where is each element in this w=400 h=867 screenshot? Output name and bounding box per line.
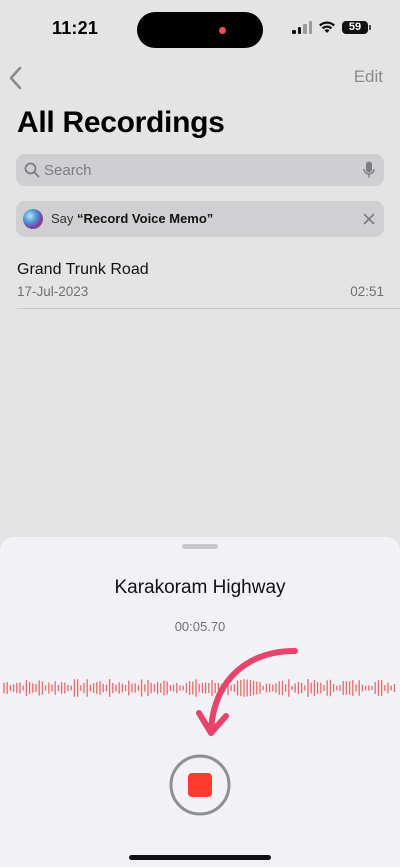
battery-indicator: 59 — [342, 20, 371, 34]
siri-suggestion-text: Say “Record Voice Memo” — [51, 211, 213, 226]
search-bar[interactable] — [16, 154, 384, 186]
back-button[interactable] — [6, 64, 28, 92]
recording-duration: 02:51 — [350, 284, 384, 299]
status-bar: 11:21 59 — [0, 0, 400, 60]
microphone-icon[interactable] — [363, 161, 375, 179]
siri-icon — [23, 209, 43, 229]
list-divider — [17, 308, 400, 309]
recording-date: 17-Jul-2023 — [17, 284, 89, 299]
siri-suggestion-banner[interactable]: Say “Record Voice Memo” — [16, 201, 384, 237]
recording-list-item[interactable]: Grand Trunk Road 17-Jul-2023 02:51 — [17, 258, 384, 308]
dynamic-island — [137, 12, 263, 48]
recording-name: Karakoram Highway — [114, 577, 286, 598]
status-time: 11:21 — [52, 18, 99, 38]
wifi-icon — [319, 21, 335, 33]
back-chevron-icon — [9, 66, 22, 90]
cellular-signal-icon — [292, 20, 312, 34]
recording-elapsed-time: 00:05.70 — [174, 619, 226, 634]
siri-prefix: Say — [51, 211, 78, 226]
recording-indicator-dot — [219, 27, 226, 34]
edit-button[interactable]: Edit — [354, 67, 383, 87]
page-title: All Recordings — [17, 106, 225, 139]
search-input[interactable] — [44, 154, 344, 186]
recording-title: Grand Trunk Road — [17, 261, 149, 278]
recording-sheet: Karakoram Highway 00:05.70 — [0, 537, 400, 867]
status-icons: 59 — [292, 20, 371, 34]
search-icon — [24, 162, 40, 178]
siri-phrase: “Record Voice Memo” — [77, 211, 214, 226]
close-icon[interactable] — [360, 210, 378, 228]
stop-icon — [169, 754, 231, 816]
stop-recording-button[interactable] — [169, 754, 231, 816]
home-indicator — [129, 855, 271, 860]
sheet-grabber[interactable] — [182, 544, 218, 549]
arrow-icon — [196, 648, 298, 736]
